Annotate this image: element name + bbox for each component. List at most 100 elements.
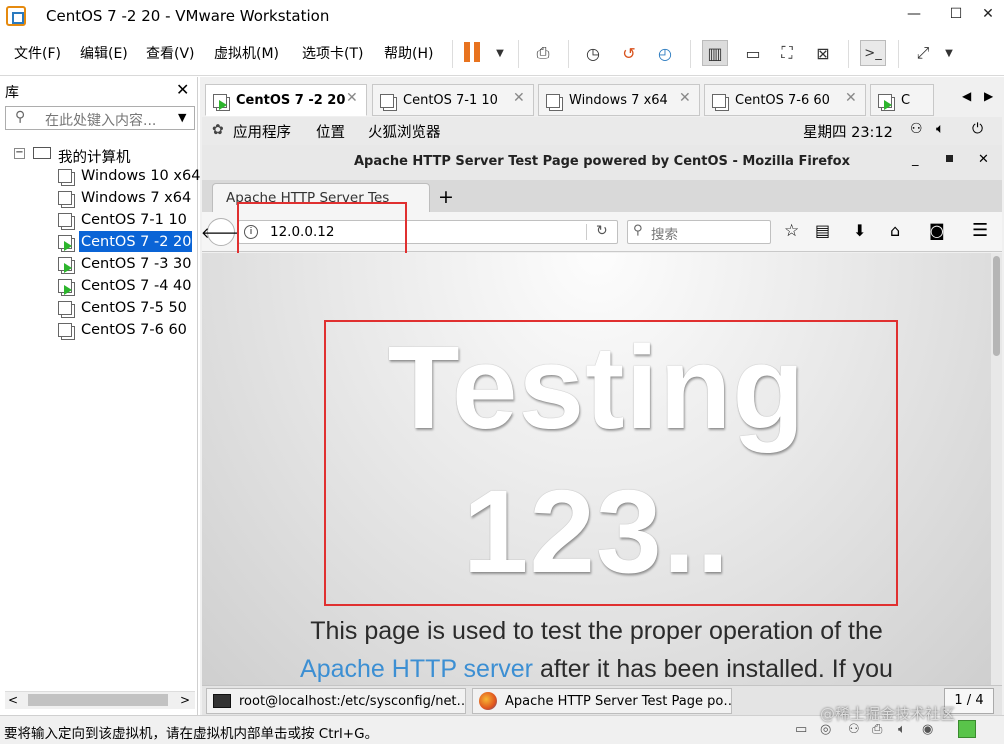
vm-icon [712,94,729,111]
vmware-logo-icon [6,6,26,26]
ff-minimize-button[interactable]: _ [912,152,919,167]
taskbar-terminal[interactable]: root@localhost:/etc/sysconfig/net… [206,688,466,714]
snapshot-icon[interactable]: ◷ [580,40,606,66]
firefox-icon [479,692,497,710]
firefox-window-title: Apache HTTP Server Test Page powered by … [353,154,851,169]
stretch-guest-icon[interactable]: ⤢ [910,40,936,66]
vm-running-icon [58,279,75,296]
tab-centos-1[interactable]: CentOS 7-1 10 ✕ [372,84,534,116]
toolbar-divider [690,40,691,68]
library-close-icon[interactable]: ✕ [176,80,189,99]
snapshot-manager-icon[interactable]: ◴ [652,40,678,66]
console-view-icon[interactable]: >_ [860,40,886,66]
vm-icon [58,213,75,230]
unity-icon[interactable]: ⊠ [810,40,836,66]
vm-icon [58,323,75,340]
bookmark-star-icon[interactable]: ☆ [784,221,799,241]
computer-icon [33,147,51,159]
tab-partial[interactable]: C [870,84,934,116]
thumbnail-bar-icon[interactable]: ▭ [740,40,766,66]
menu-vm[interactable]: 虚拟机(M) [214,43,279,63]
scroll-right-icon[interactable]: > [180,693,190,707]
home-icon[interactable]: ⌂ [890,221,900,240]
close-window-button[interactable]: ✕ [978,6,998,22]
scrollbar-thumb[interactable] [993,256,1000,356]
send-keys-icon[interactable]: ⎙ [530,40,556,66]
cd-dvd-icon[interactable]: ◎ [820,722,831,737]
heading-highlight-box [324,320,898,606]
scroll-left-icon[interactable]: < [8,693,18,707]
gnome-places-menu[interactable]: 位置 [316,121,345,142]
minimize-button[interactable]: — [904,6,924,22]
menu-edit[interactable]: 编辑(E) [80,43,128,63]
window-title: CentOS 7 -2 20 - VMware Workstation [46,7,330,25]
terminal-icon [213,694,231,708]
vm-icon [546,94,563,111]
gnome-clock[interactable]: 星期四 23:12 [803,121,893,142]
download-icon[interactable]: ⬇ [853,221,866,240]
menu-view[interactable]: 查看(V) [146,43,195,63]
firefox-search-placeholder: 搜索 [651,227,678,243]
library-title: 库 [5,85,19,101]
power-icon[interactable]: ⏻ [972,121,983,137]
revert-snapshot-icon[interactable]: ↺ [616,40,642,66]
collapse-tree-icon[interactable]: − [14,148,25,159]
vm-icon [58,301,75,318]
menu-help[interactable]: 帮助(H) [384,43,433,63]
tree-root-my-computer[interactable]: 我的计算机 [58,146,131,167]
close-tab-icon[interactable]: ✕ [346,90,358,106]
volume-icon[interactable]: 🔈︎ [936,121,944,137]
pocket-icon[interactable]: ◙ [929,221,945,240]
sound-icon[interactable]: 🔈︎ [898,722,906,737]
gnome-applications-menu[interactable]: 应用程序 [233,121,291,142]
network-icon[interactable]: ⚇ [910,121,923,137]
full-screen-icon[interactable]: ⛶ [774,40,800,66]
page-paragraph-line2: Apache HTTP server after it has been ins… [202,655,991,685]
power-dropdown-icon[interactable]: ▼ [487,40,513,66]
tab-windows-7[interactable]: Windows 7 x64 ✕ [538,84,700,116]
printer-icon[interactable]: ⎙ [872,722,882,737]
close-tab-icon[interactable]: ✕ [845,90,857,106]
tab-centos-6[interactable]: CentOS 7-6 60 ✕ [704,84,866,116]
search-icon: ⚲ [15,109,26,125]
network-adapter-icon[interactable]: ⚇ [848,722,860,737]
taskbar-firefox[interactable]: Apache HTTP Server Test Page po… [472,688,732,714]
vm-icon [58,169,75,186]
back-icon[interactable]: 🡐 [201,218,241,246]
vm-running-icon [878,94,895,111]
toolbar-divider [898,40,899,68]
ff-close-button[interactable]: ✕ [978,152,989,167]
message-log-icon[interactable] [958,720,976,738]
vm-running-icon [58,235,75,252]
tab-scroll-right-icon[interactable]: ▶ [984,89,993,103]
menu-tabs[interactable]: 选项卡(T) [302,43,363,63]
url-highlight-box [237,202,407,256]
show-library-icon[interactable]: ▥ [702,40,728,66]
new-tab-button[interactable]: + [438,186,454,208]
maximize-button[interactable]: ☐ [946,6,966,22]
scrollbar-thumb[interactable] [28,694,168,706]
chevron-down-icon[interactable]: ▼ [178,111,186,124]
tab-centos-2[interactable]: CentOS 7 -2 20 ✕ [205,84,367,116]
menu-file[interactable]: 文件(F) [14,43,61,63]
gnome-firefox-menu[interactable]: 火狐浏览器 [368,121,441,142]
tab-scroll-left-icon[interactable]: ◀ [962,89,971,103]
reload-icon[interactable]: ↻ [596,223,608,239]
reading-list-icon[interactable]: ▤ [815,221,830,240]
url-divider [586,224,587,240]
toolbar-divider [518,40,519,68]
close-tab-icon[interactable]: ✕ [513,90,525,106]
toolbar-divider [452,40,453,68]
toolbar-divider [848,40,849,68]
ff-maximize-button[interactable] [946,155,953,162]
page-paragraph-line1: This page is used to test the proper ope… [310,617,883,645]
watermark: @稀土掘金技术社区 [820,705,956,723]
stretch-dropdown-icon[interactable]: ▼ [936,40,962,66]
gnome-foot-icon: ✿ [212,122,224,138]
hard-disk-icon[interactable]: ▭ [795,722,807,737]
apache-http-server-link[interactable]: Apache HTTP server [300,655,533,683]
close-tab-icon[interactable]: ✕ [679,90,691,106]
hamburger-menu-icon[interactable]: ☰ [972,220,988,241]
usb-icon[interactable]: ◉ [922,722,933,737]
firefox-search-input[interactable] [627,220,771,244]
